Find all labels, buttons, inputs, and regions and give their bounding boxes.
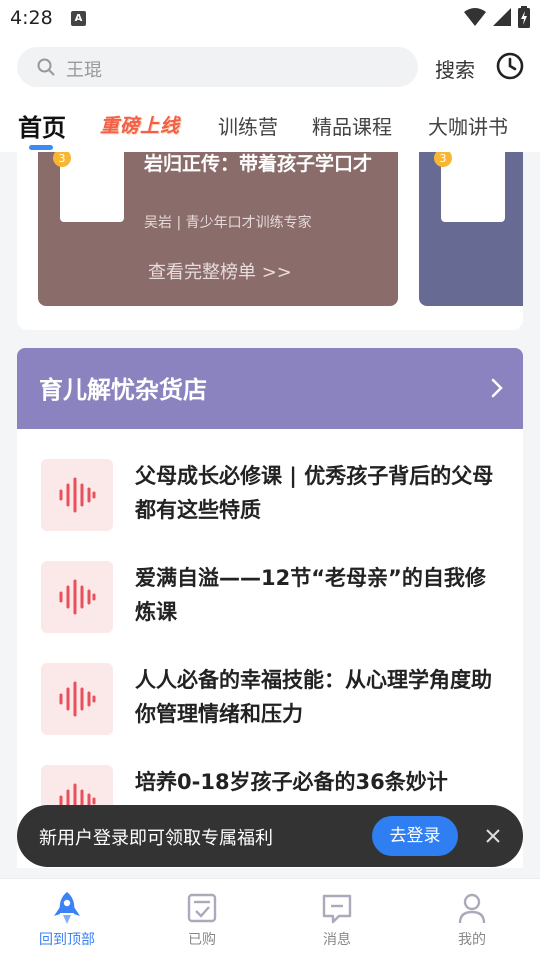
audio-wave-icon — [59, 579, 96, 615]
nav-profile[interactable]: 我的 — [432, 891, 512, 949]
search-input[interactable]: 王琨 — [17, 47, 418, 87]
tab-expert-book-talk[interactable]: 大咖讲书 — [428, 111, 508, 140]
nav-label: 回到顶部 — [39, 932, 95, 948]
nav-messages[interactable]: 消息 — [297, 891, 377, 949]
close-icon[interactable] — [483, 826, 503, 846]
course-thumbnail — [41, 459, 113, 531]
search-button[interactable]: 搜索 — [435, 54, 475, 83]
status-time: 4:28 — [10, 7, 53, 29]
battery-icon — [518, 6, 530, 28]
store-header[interactable]: 育儿解忧杂货店 — [17, 348, 523, 429]
message-icon — [322, 894, 352, 924]
ranking-book-author: 吴岩 | 青少年口才训练专家 — [144, 215, 312, 231]
course-item[interactable]: 父母成长必修课 | 优秀孩子背后的父母都有这些特质 — [41, 459, 501, 533]
tab-premium-courses[interactable]: 精品课程 — [312, 111, 392, 140]
rank-medal-icon: 3 — [53, 152, 71, 167]
rank-medal-icon: 3 — [434, 152, 452, 167]
bottom-nav: 回到顶部 已购 消息 我的 — [0, 878, 540, 960]
notification-icon: A — [71, 11, 86, 26]
nav-label: 我的 — [458, 932, 486, 948]
rocket-icon — [54, 892, 80, 924]
view-full-ranking-link[interactable]: 查看完整榜单 >> — [148, 258, 292, 284]
audio-wave-icon — [59, 681, 96, 717]
purchased-icon — [187, 893, 217, 923]
search-placeholder: 王琨 — [66, 60, 102, 81]
search-icon — [37, 58, 55, 76]
search-header: 王琨 搜索 — [0, 36, 540, 100]
category-tabs: 首页 重磅上线 训练营 精品课程 大咖讲书 — [0, 100, 540, 152]
parenting-store-section: 育儿解忧杂货店 父母成长必修课 | 优秀孩子背后的父母都有这些特质 爱满自溢——… — [17, 348, 523, 868]
signal-icon — [493, 8, 511, 26]
chevron-right-icon — [491, 378, 503, 398]
tab-new-release[interactable]: 重磅上线 — [100, 111, 180, 138]
ranking-book-title: 岩归正传：带着孩子学口才 — [144, 153, 373, 175]
ranking-card[interactable]: 3 岩归正传：带着孩子学口才 吴岩 | 青少年口才训练专家 查看完整榜单 >> — [38, 152, 398, 306]
course-thumbnail — [41, 561, 113, 633]
course-thumbnail — [41, 663, 113, 735]
ranking-section: 3 岩归正传：带着孩子学口才 吴岩 | 青少年口才训练专家 查看完整榜单 >> … — [17, 152, 523, 330]
wifi-icon — [464, 8, 486, 26]
course-title: 培养0-18岁孩子必备的36条妙计 — [135, 770, 448, 794]
status-icons — [464, 6, 530, 28]
svg-text:3: 3 — [440, 152, 447, 165]
course-title: 人人必备的幸福技能：从心理学角度助你管理情绪和压力 — [135, 668, 492, 726]
profile-icon — [458, 893, 486, 924]
login-button[interactable]: 去登录 — [372, 816, 458, 856]
course-title: 父母成长必修课 | 优秀孩子背后的父母都有这些特质 — [135, 464, 494, 522]
tab-home[interactable]: 首页 — [18, 108, 66, 143]
course-title: 爱满自溢——12节“老母亲”的自我修炼课 — [135, 566, 486, 624]
ranking-card-next[interactable]: 3 — [419, 152, 523, 306]
toast-message: 新用户登录即可领取专属福利 — [39, 828, 273, 849]
status-bar: 4:28 A — [0, 0, 540, 36]
nav-label: 已购 — [188, 932, 216, 948]
login-promo-toast: 新用户登录即可领取专属福利 去登录 — [17, 805, 523, 867]
nav-purchased[interactable]: 已购 — [162, 891, 242, 949]
course-item[interactable]: 爱满自溢——12节“老母亲”的自我修炼课 — [41, 561, 501, 635]
course-item[interactable]: 人人必备的幸福技能：从心理学角度助你管理情绪和压力 — [41, 663, 501, 737]
tab-training-camp[interactable]: 训练营 — [218, 111, 278, 140]
audio-wave-icon — [59, 477, 96, 513]
nav-label: 消息 — [323, 932, 351, 948]
svg-text:3: 3 — [59, 152, 66, 165]
history-clock-icon[interactable] — [496, 52, 524, 80]
store-title: 育儿解忧杂货店 — [39, 376, 207, 404]
nav-back-to-top[interactable]: 回到顶部 — [27, 891, 107, 949]
tab-active-indicator — [29, 145, 53, 150]
